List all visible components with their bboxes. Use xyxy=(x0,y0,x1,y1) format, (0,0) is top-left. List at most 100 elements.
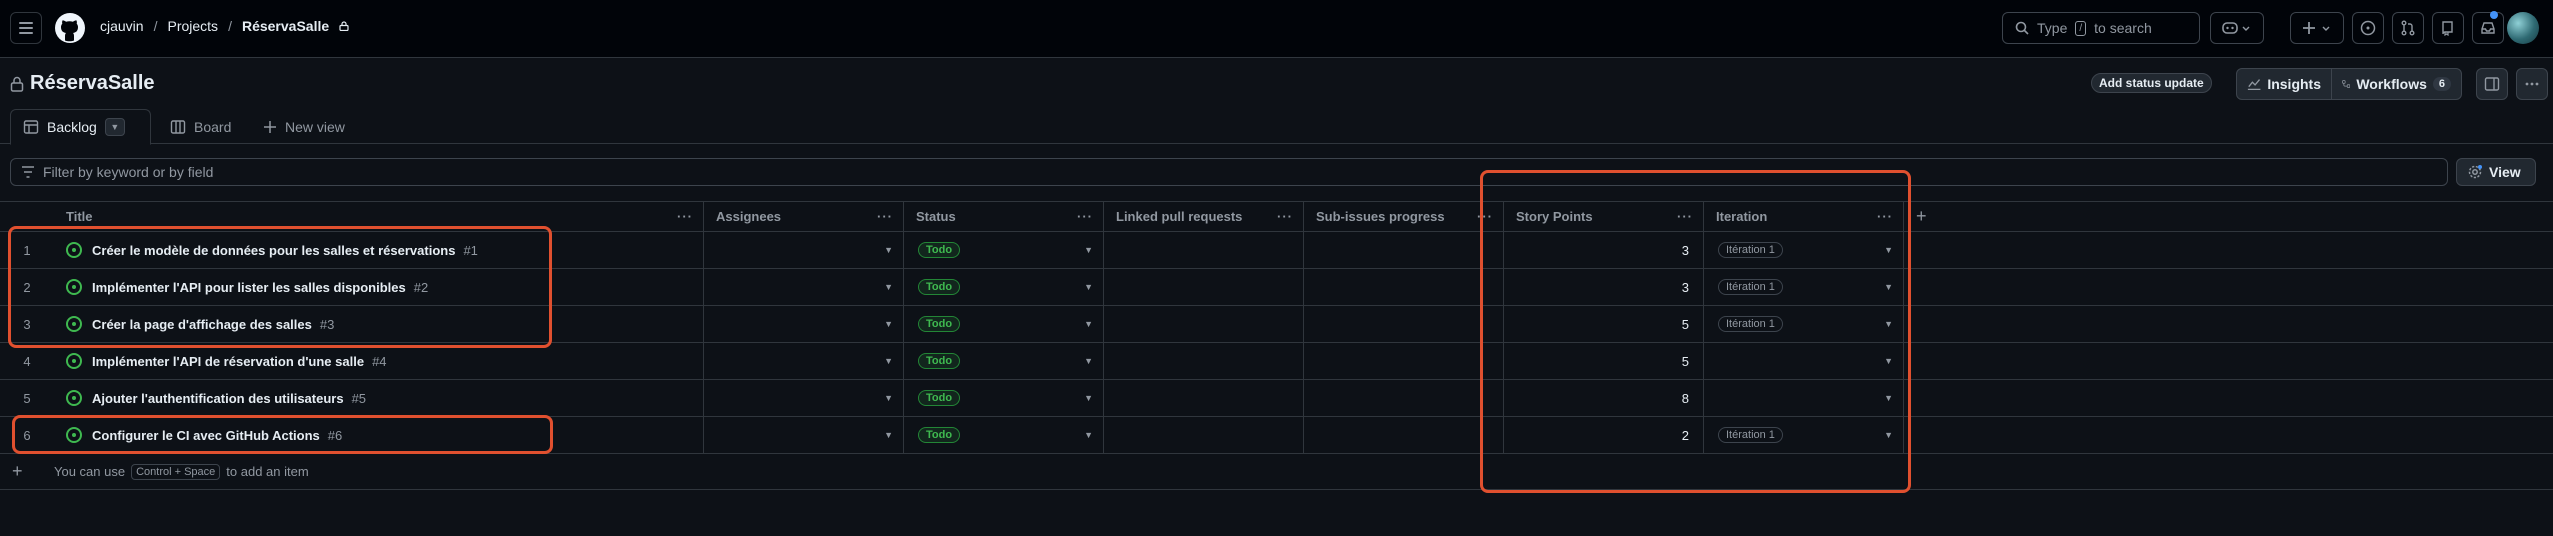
chevron-down-icon[interactable]: ▼ xyxy=(884,430,893,440)
status-cell[interactable]: Todo ▼ xyxy=(904,232,1104,268)
issues-button[interactable] xyxy=(2352,12,2384,44)
linked-pull-requests-cell[interactable] xyxy=(1104,380,1304,416)
create-new-button[interactable] xyxy=(2290,12,2344,44)
add-field-button[interactable]: + xyxy=(1916,206,1927,227)
assignees-cell[interactable]: ▼ xyxy=(704,380,904,416)
chevron-down-icon[interactable]: ▼ xyxy=(1084,319,1093,329)
table-row[interactable]: 2 Implémenter l'API pour lister les salle… xyxy=(0,269,2553,306)
column-menu-icon[interactable]: ··· xyxy=(1277,209,1293,224)
column-header-linked-pull-requests[interactable]: Linked pull requests ··· xyxy=(1104,202,1304,231)
iteration-cell[interactable]: Itération 1 ▼ xyxy=(1704,269,1904,305)
column-menu-icon[interactable]: ··· xyxy=(1077,209,1093,224)
title-cell[interactable]: Créer le modèle de données pour les sall… xyxy=(54,232,704,268)
status-cell[interactable]: Todo ▼ xyxy=(904,306,1104,342)
issue-title-link[interactable]: Créer le modèle de données pour les sall… xyxy=(92,243,455,258)
assignees-cell[interactable]: ▼ xyxy=(704,343,904,379)
tab-backlog[interactable]: Backlog ▼ xyxy=(10,109,151,145)
issue-title-link[interactable]: Implémenter l'API pour lister les salles… xyxy=(92,280,406,295)
title-cell[interactable]: Implémenter l'API pour lister les salles… xyxy=(54,269,704,305)
add-item-row[interactable]: + You can use Control + Space to add an … xyxy=(0,454,2553,490)
github-logo-icon[interactable] xyxy=(54,12,86,44)
chevron-down-icon[interactable]: ▼ xyxy=(1884,319,1893,329)
linked-pull-requests-cell[interactable] xyxy=(1104,343,1304,379)
title-cell[interactable]: Implémenter l'API de réservation d'une s… xyxy=(54,343,704,379)
table-row[interactable]: 5 Ajouter l'authentification des utilisat… xyxy=(0,380,2553,417)
add-status-update-button[interactable]: Add status update xyxy=(2091,73,2212,93)
pull-requests-button[interactable] xyxy=(2392,12,2424,44)
breadcrumb-project[interactable]: RéservaSalle xyxy=(242,18,329,34)
sub-issues-progress-cell[interactable] xyxy=(1304,343,1504,379)
assignees-cell[interactable]: ▼ xyxy=(704,417,904,453)
filter-input[interactable]: Filter by keyword or by field xyxy=(10,158,2448,186)
status-cell[interactable]: Todo ▼ xyxy=(904,269,1104,305)
iteration-cell[interactable]: Itération 1 ▼ xyxy=(1704,417,1904,453)
column-header-story-points[interactable]: Story Points ··· xyxy=(1504,202,1704,231)
chevron-down-icon[interactable]: ▼ xyxy=(1084,393,1093,403)
linked-pull-requests-cell[interactable] xyxy=(1104,417,1304,453)
avatar[interactable] xyxy=(2507,12,2539,44)
tab-options-button[interactable]: ▼ xyxy=(104,118,125,136)
sub-issues-progress-cell[interactable] xyxy=(1304,269,1504,305)
table-row[interactable]: 3 Créer la page d'affichage des salles #3 ▼… xyxy=(0,306,2553,343)
chevron-down-icon[interactable]: ▼ xyxy=(884,319,893,329)
table-row[interactable]: 4 Implémenter l'API de réservation d'une … xyxy=(0,343,2553,380)
chevron-down-icon[interactable]: ▼ xyxy=(1084,356,1093,366)
chevron-down-icon[interactable]: ▼ xyxy=(1084,282,1093,292)
chevron-down-icon[interactable]: ▼ xyxy=(884,245,893,255)
chevron-down-icon[interactable]: ▼ xyxy=(1884,393,1893,403)
assignees-cell[interactable]: ▼ xyxy=(704,306,904,342)
breadcrumb-owner[interactable]: cjauvin xyxy=(100,18,144,34)
iteration-cell[interactable]: Itération 1 ▼ xyxy=(1704,306,1904,342)
column-header-title[interactable]: Title ··· xyxy=(54,202,704,231)
story-points-cell[interactable]: 5 xyxy=(1504,306,1704,342)
linked-pull-requests-cell[interactable] xyxy=(1104,232,1304,268)
search-input[interactable]: Type / to search xyxy=(2002,12,2200,44)
story-points-cell[interactable]: 5 xyxy=(1504,343,1704,379)
copilot-button[interactable] xyxy=(2210,12,2264,44)
sub-issues-progress-cell[interactable] xyxy=(1304,417,1504,453)
chevron-down-icon[interactable]: ▼ xyxy=(1084,430,1093,440)
toggle-side-panel-button[interactable] xyxy=(2476,68,2508,100)
issue-title-link[interactable]: Ajouter l'authentification des utilisate… xyxy=(92,391,344,406)
workflows-button[interactable]: Workflows 6 xyxy=(2331,68,2462,100)
sub-issues-progress-cell[interactable] xyxy=(1304,380,1504,416)
story-points-cell[interactable]: 3 xyxy=(1504,232,1704,268)
chevron-down-icon[interactable]: ▼ xyxy=(1884,245,1893,255)
title-cell[interactable]: Configurer le CI avec GitHub Actions #6 xyxy=(54,417,704,453)
status-cell[interactable]: Todo ▼ xyxy=(904,380,1104,416)
story-points-cell[interactable]: 3 xyxy=(1504,269,1704,305)
sub-issues-progress-cell[interactable] xyxy=(1304,306,1504,342)
column-menu-icon[interactable]: ··· xyxy=(677,209,693,224)
chevron-down-icon[interactable]: ▼ xyxy=(1884,430,1893,440)
repositories-button[interactable] xyxy=(2432,12,2464,44)
column-header-assignees[interactable]: Assignees ··· xyxy=(704,202,904,231)
chevron-down-icon[interactable]: ▼ xyxy=(1084,245,1093,255)
title-cell[interactable]: Créer la page d'affichage des salles #3 xyxy=(54,306,704,342)
linked-pull-requests-cell[interactable] xyxy=(1104,269,1304,305)
status-cell[interactable]: Todo ▼ xyxy=(904,343,1104,379)
chevron-down-icon[interactable]: ▼ xyxy=(884,356,893,366)
column-header-status[interactable]: Status ··· xyxy=(904,202,1104,231)
title-cell[interactable]: Ajouter l'authentification des utilisate… xyxy=(54,380,704,416)
table-row[interactable]: 1 Créer le modèle de données pour les sal… xyxy=(0,232,2553,269)
story-points-cell[interactable]: 2 xyxy=(1504,417,1704,453)
issue-title-link[interactable]: Configurer le CI avec GitHub Actions xyxy=(92,428,320,443)
sub-issues-progress-cell[interactable] xyxy=(1304,232,1504,268)
story-points-cell[interactable]: 8 xyxy=(1504,380,1704,416)
issue-title-link[interactable]: Implémenter l'API de réservation d'une s… xyxy=(92,354,364,369)
plus-icon[interactable]: + xyxy=(12,461,23,482)
column-menu-icon[interactable]: ··· xyxy=(877,209,893,224)
assignees-cell[interactable]: ▼ xyxy=(704,232,904,268)
chevron-down-icon[interactable]: ▼ xyxy=(884,282,893,292)
chevron-down-icon[interactable]: ▼ xyxy=(884,393,893,403)
linked-pull-requests-cell[interactable] xyxy=(1104,306,1304,342)
menu-icon[interactable] xyxy=(10,12,42,44)
chevron-down-icon[interactable]: ▼ xyxy=(1884,282,1893,292)
column-header-sub-issues-progress[interactable]: Sub-issues progress ··· xyxy=(1304,202,1504,231)
insights-button[interactable]: Insights xyxy=(2236,68,2332,100)
column-menu-icon[interactable]: ··· xyxy=(1477,209,1493,224)
table-row[interactable]: 6 Configurer le CI avec GitHub Actions #6 ▼… xyxy=(0,417,2553,454)
column-menu-icon[interactable]: ··· xyxy=(1877,209,1893,224)
tab-board[interactable]: Board xyxy=(158,109,243,145)
assignees-cell[interactable]: ▼ xyxy=(704,269,904,305)
